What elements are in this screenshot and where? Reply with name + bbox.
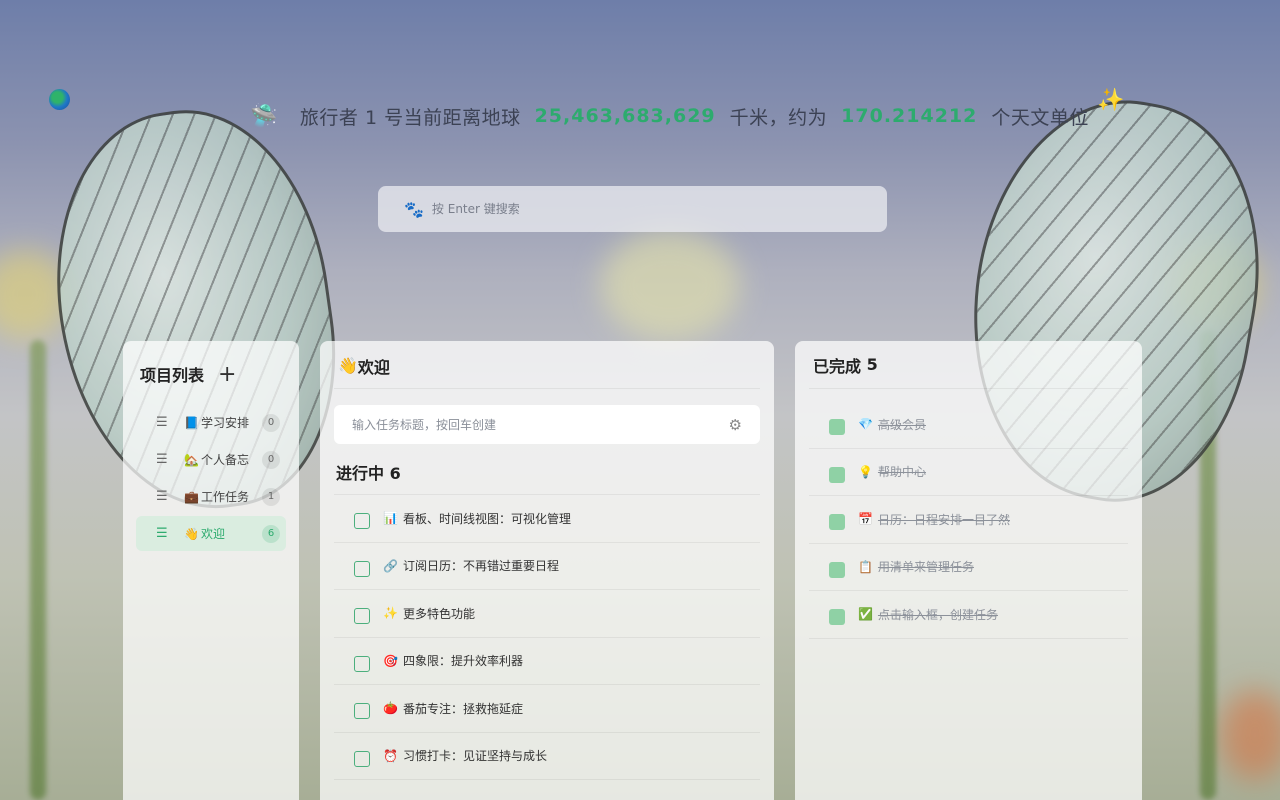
search-bar[interactable]: 🐾 (378, 186, 887, 232)
distance-km: 25,463,683,629 (534, 105, 716, 127)
project-item-welcome[interactable]: ☰ 👋 欢迎 6 (136, 516, 286, 551)
voyager-distance-banner: 🛸 旅行者 1 号当前距离地球 25,463,683,629 千米，约为 170… (250, 88, 1124, 136)
task-checkbox[interactable] (354, 655, 370, 672)
in-progress-count: 6 (389, 464, 401, 483)
completed-item[interactable]: 📋 用清单来管理任务 (809, 544, 1128, 591)
briefcase-icon: 💼 (184, 489, 199, 504)
project-count: 0 (262, 450, 280, 469)
task-checkbox[interactable] (354, 560, 370, 577)
completed-list: 💎 高级会员 💡 帮助中心 📅 日历：日程安排一目了然 📋 用清单来管理任务 ✅… (809, 401, 1128, 639)
wave-icon: 👋 (338, 356, 358, 375)
task-checkbox[interactable] (354, 703, 370, 720)
project-item-work[interactable]: ☰ 💼 工作任务 1 (136, 479, 286, 514)
sparkles-icon: ✨ (383, 606, 398, 621)
task-item[interactable]: 🔗 订阅日历：不再错过重要日程 (334, 543, 760, 590)
task-text: 番茄专注：拯救拖延症 (402, 701, 523, 716)
search-input[interactable] (431, 202, 887, 216)
au-unit: 个天文单位 (991, 106, 1089, 129)
tomato-icon: 🍅 (383, 701, 398, 716)
task-item[interactable]: 📊 看板、时间线视图：可视化管理 (334, 495, 760, 543)
project-name: 欢迎 (200, 527, 225, 541)
completed-text: 用清单来管理任务 (877, 560, 974, 575)
task-text: 四象限：提升效率利器 (402, 654, 523, 669)
checked-checkbox[interactable] (829, 561, 845, 578)
completed-item[interactable]: ✅ 点击输入框，创建任务 (809, 591, 1128, 639)
check-mark-icon: ✅ (858, 607, 873, 622)
target-icon: 🎯 (383, 653, 398, 668)
list-icon: ☰ (156, 489, 168, 504)
task-text: 看板、时间线视图：可视化管理 (402, 511, 571, 526)
house-icon: 🏡 (184, 452, 199, 467)
project-count: 0 (262, 413, 280, 432)
project-count: 1 (262, 487, 280, 506)
project-title: 👋 欢迎 (334, 341, 760, 389)
project-name: 个人备忘 (200, 453, 249, 467)
project-count: 6 (262, 524, 280, 543)
sparkle-icon: ✨ (1096, 88, 1125, 113)
km-unit: 千米，约为 (729, 106, 828, 129)
completed-panel: 已完成 5 💎 高级会员 💡 帮助中心 📅 日历：日程安排一目了然 📋 用清单来… (795, 341, 1142, 800)
completed-text: 点击输入框，创建任务 (877, 607, 998, 622)
gem-icon: 💎 (858, 417, 873, 432)
list-icon: ☰ (156, 526, 168, 541)
wave-icon: 👋 (184, 526, 199, 541)
task-checkbox[interactable] (354, 513, 370, 530)
project-title-text: 欢迎 (357, 357, 390, 377)
checked-checkbox[interactable] (829, 419, 845, 436)
project-item-study[interactable]: ☰ 📘 学习安排 0 (136, 405, 286, 440)
new-task-input[interactable] (352, 417, 729, 432)
task-panel: 👋 欢迎 ⚙ 进行中 6 📊 看板、时间线视图：可视化管理 🔗 订阅日历：不再错… (320, 341, 774, 800)
link-icon: 🔗 (383, 558, 398, 573)
lightbulb-icon: 💡 (858, 464, 873, 479)
completed-heading: 已完成 5 (809, 341, 1128, 389)
completed-text: 高级会员 (877, 417, 926, 432)
completed-count: 5 (866, 355, 878, 374)
completed-title: 已完成 (813, 356, 862, 376)
checked-checkbox[interactable] (829, 609, 845, 626)
project-list-panel: 项目列表 + ☰ 📘 学习安排 0 ☰ 🏡 个人备忘 0 ☰ 💼 工作任务 1 … (123, 341, 299, 800)
chart-icon: 📊 (383, 511, 398, 526)
list-icon: ☰ (156, 415, 168, 430)
logo-planet-icon[interactable] (49, 89, 70, 110)
distance-au: 170.214212 (841, 105, 978, 127)
task-list: 📊 看板、时间线视图：可视化管理 🔗 订阅日历：不再错过重要日程 ✨ 更多特色功… (334, 494, 760, 780)
task-checkbox[interactable] (354, 750, 370, 767)
project-name: 学习安排 (200, 416, 249, 430)
checked-checkbox[interactable] (829, 514, 845, 531)
baidu-paw-icon: 🐾 (404, 199, 424, 219)
completed-item[interactable]: 💡 帮助中心 (809, 449, 1128, 496)
completed-text: 日历：日程安排一目了然 (877, 512, 1010, 527)
task-item[interactable]: ⏰ 习惯打卡：见证坚持与成长 (334, 733, 760, 780)
project-list-title: 项目列表 (140, 366, 205, 385)
add-project-button[interactable]: + (218, 362, 236, 387)
checked-checkbox[interactable] (829, 466, 845, 483)
ufo-icon: 🛸 (250, 103, 278, 129)
task-text: 更多特色功能 (402, 606, 475, 621)
alarm-clock-icon: ⏰ (383, 748, 398, 763)
project-list-header: 项目列表 + (123, 341, 299, 391)
book-icon: 📘 (184, 415, 199, 430)
headline-prefix: 旅行者 1 号当前距离地球 (299, 106, 521, 129)
gear-icon[interactable]: ⚙ (729, 416, 742, 434)
completed-text: 帮助中心 (877, 465, 926, 480)
task-item[interactable]: 🎯 四象限：提升效率利器 (334, 638, 760, 685)
calendar-icon: 📅 (858, 512, 873, 527)
completed-item[interactable]: 💎 高级会员 (809, 401, 1128, 449)
project-list: ☰ 📘 学习安排 0 ☰ 🏡 个人备忘 0 ☰ 💼 工作任务 1 ☰ 👋 欢迎 … (123, 405, 299, 551)
in-progress-heading: 进行中 6 (336, 460, 758, 483)
in-progress-label: 进行中 (336, 464, 385, 483)
task-item[interactable]: 🍅 番茄专注：拯救拖延症 (334, 685, 760, 733)
completed-item[interactable]: 📅 日历：日程安排一目了然 (809, 496, 1128, 544)
list-icon: ☰ (156, 452, 168, 467)
clipboard-icon: 📋 (858, 559, 873, 574)
project-name: 工作任务 (200, 490, 249, 504)
task-text: 习惯打卡：见证坚持与成长 (402, 749, 547, 764)
task-text: 订阅日历：不再错过重要日程 (402, 559, 559, 574)
task-checkbox[interactable] (354, 608, 370, 625)
task-item[interactable]: ✨ 更多特色功能 (334, 590, 760, 638)
new-task-field[interactable]: ⚙ (334, 405, 760, 444)
project-item-personal[interactable]: ☰ 🏡 个人备忘 0 (136, 442, 286, 477)
